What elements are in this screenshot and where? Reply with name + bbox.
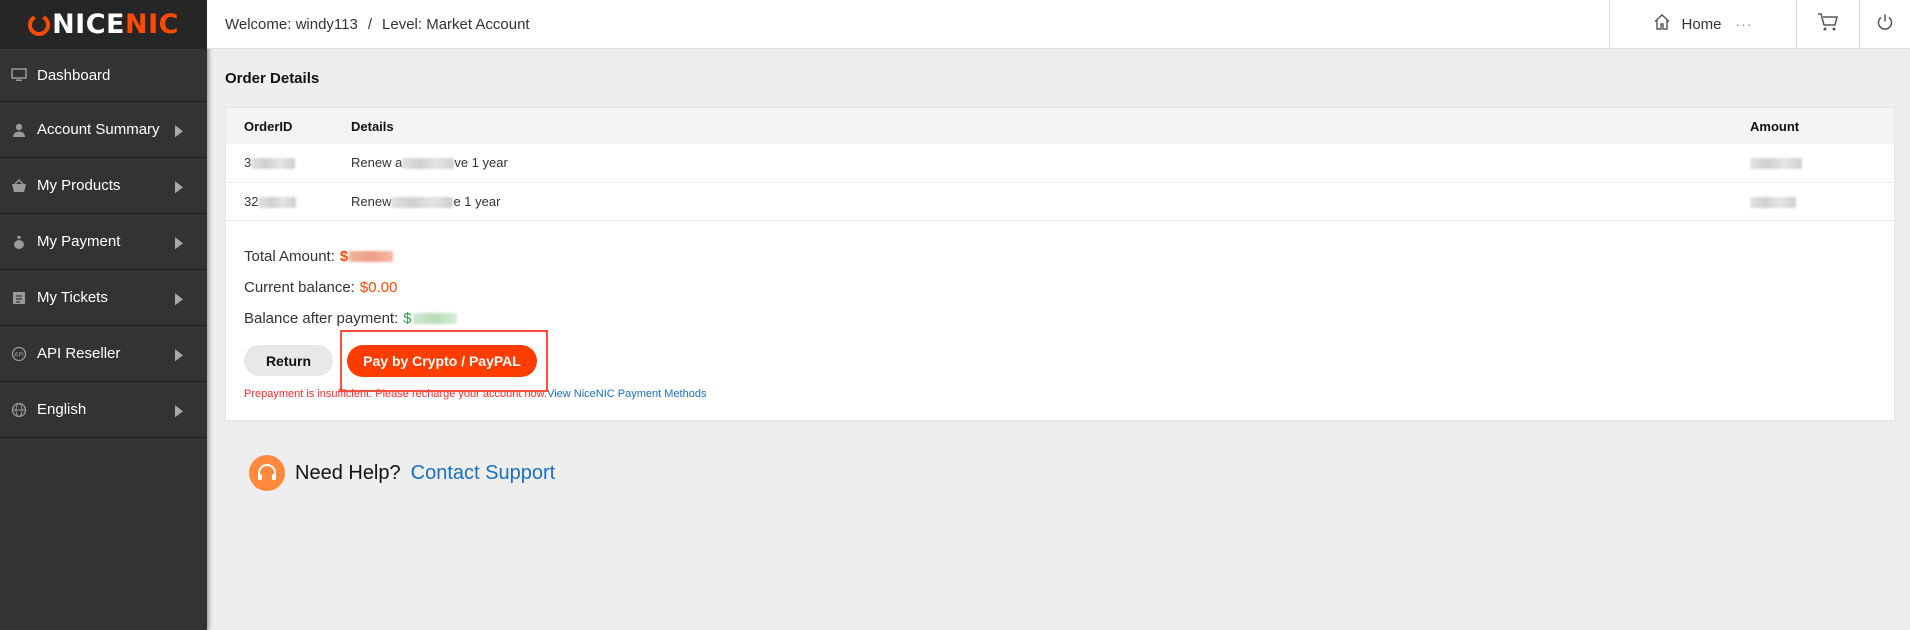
order-details-card: OrderID Details Amount 3 Renew a ve 1 yea…	[225, 107, 1895, 421]
action-buttons: Return Pay by Crypto / PayPAL	[226, 329, 1894, 392]
globe-icon	[10, 401, 28, 419]
expand-arrow-icon	[175, 348, 183, 361]
sidebar-item-label: Account Summary	[37, 121, 160, 138]
home-link[interactable]: Home ···	[1609, 0, 1796, 49]
sidebar-item-my-products[interactable]: My Products	[0, 158, 207, 214]
help-section: Need Help? Contact Support	[249, 455, 1895, 491]
monitor-icon	[10, 66, 28, 84]
redacted-text	[251, 158, 296, 170]
sidebar-item-label: Dashboard	[37, 66, 111, 84]
order-table: OrderID Details Amount 3 Renew a ve 1 yea…	[226, 108, 1894, 221]
power-icon	[1876, 13, 1894, 36]
sidebar-nav: Dashboard Account Summary My Products My…	[0, 49, 207, 438]
sidebar-item-account-summary[interactable]: Account Summary	[0, 102, 207, 158]
expand-arrow-icon	[175, 180, 183, 193]
pay-button-highlight: Pay by Crypto / PayPAL	[340, 329, 548, 392]
total-amount-value: $	[339, 247, 349, 265]
help-text: Need Help?	[295, 461, 401, 484]
cart-icon	[1817, 12, 1839, 37]
pay-by-crypto-paypal-button[interactable]: Pay by Crypto / PayPAL	[347, 344, 537, 377]
expand-arrow-icon	[175, 124, 183, 137]
logout-button[interactable]	[1859, 0, 1910, 49]
details-cell: Renew e 1 year	[351, 193, 501, 209]
header-actions: Home ···	[1609, 0, 1910, 49]
redacted-amount	[1750, 196, 1796, 208]
main-content: Order Details OrderID Details Amount 3 R…	[225, 60, 1895, 491]
home-label: Home	[1681, 15, 1722, 33]
table-row: 32 Renew e 1 year	[226, 182, 1894, 220]
table-header-row: OrderID Details Amount	[226, 108, 1894, 144]
total-amount-label: Total Amount:	[244, 247, 335, 265]
column-header-orderid: OrderID	[244, 118, 293, 134]
user-icon	[10, 121, 28, 139]
breadcrumb: Welcome: windy113 / Level: Market Accoun…	[207, 16, 530, 33]
current-balance-label: Current balance:	[244, 278, 355, 296]
sidebar-item-label: My Tickets	[37, 289, 108, 306]
balance-after-value: $	[403, 309, 412, 327]
redacted-text	[258, 196, 297, 208]
redacted-amount	[1750, 158, 1802, 170]
sidebar-item-label: API Reseller	[37, 345, 121, 362]
sidebar-item-my-payment[interactable]: My Payment	[0, 214, 207, 270]
sidebar-item-label: English	[37, 401, 87, 418]
api-icon: API	[10, 345, 28, 363]
redacted-text	[391, 196, 454, 208]
headset-icon	[249, 455, 285, 491]
current-balance-line: Current balance: $0.00	[244, 272, 1876, 303]
payment-methods-link[interactable]: View NiceNIC Payment Methods	[547, 388, 706, 400]
home-icon	[1653, 13, 1671, 35]
breadcrumb-separator: /	[367, 15, 373, 33]
logo-mark-icon	[28, 13, 51, 36]
account-level: Level: Market Account	[382, 15, 530, 33]
svg-text:API: API	[14, 351, 24, 358]
logo[interactable]: NICENIC	[0, 0, 207, 49]
sidebar: NICENIC Dashboard Account Summary My Pro…	[0, 0, 207, 630]
total-amount-line: Total Amount: $	[244, 241, 1876, 272]
order-id-cell: 3	[226, 144, 333, 182]
return-button[interactable]: Return	[244, 345, 333, 376]
redacted-text	[402, 158, 455, 170]
sidebar-item-english[interactable]: English	[0, 382, 207, 438]
more-icon[interactable]: ···	[1736, 16, 1753, 32]
sidebar-item-label: My Payment	[37, 233, 121, 250]
ticket-icon	[10, 289, 28, 307]
contact-support-link[interactable]: Contact Support	[411, 462, 556, 485]
top-header: Welcome: windy113 / Level: Market Accoun…	[207, 0, 1910, 49]
current-balance-value: $0.00	[359, 278, 398, 296]
money-bag-icon	[10, 233, 28, 251]
sidebar-item-api-reseller[interactable]: API API Reseller	[0, 326, 207, 382]
column-header-details: Details	[351, 118, 394, 134]
expand-arrow-icon	[175, 404, 183, 417]
sidebar-item-dashboard[interactable]: Dashboard	[0, 49, 207, 102]
logo-text: NICENIC	[52, 9, 179, 40]
expand-arrow-icon	[175, 236, 183, 249]
amount-cell	[1750, 182, 1894, 220]
welcome-text: Welcome: windy113	[225, 15, 358, 33]
cart-button[interactable]	[1796, 0, 1859, 49]
order-id-cell: 32	[226, 182, 333, 220]
amount-cell	[1750, 144, 1894, 182]
details-cell: Renew a ve 1 year	[351, 155, 508, 171]
payment-summary: Total Amount: $ Current balance: $0.00 B…	[226, 241, 1894, 334]
table-row: 3 Renew a ve 1 year	[226, 144, 1894, 182]
sidebar-item-my-tickets[interactable]: My Tickets	[0, 270, 207, 326]
sidebar-item-label: My Products	[37, 177, 121, 194]
page-title: Order Details	[225, 70, 320, 87]
balance-after-label: Balance after payment:	[244, 309, 399, 327]
basket-icon	[10, 177, 28, 195]
redacted-amount	[412, 312, 457, 324]
expand-arrow-icon	[175, 292, 183, 305]
redacted-amount	[349, 250, 394, 262]
column-header-amount: Amount	[1750, 118, 1800, 134]
